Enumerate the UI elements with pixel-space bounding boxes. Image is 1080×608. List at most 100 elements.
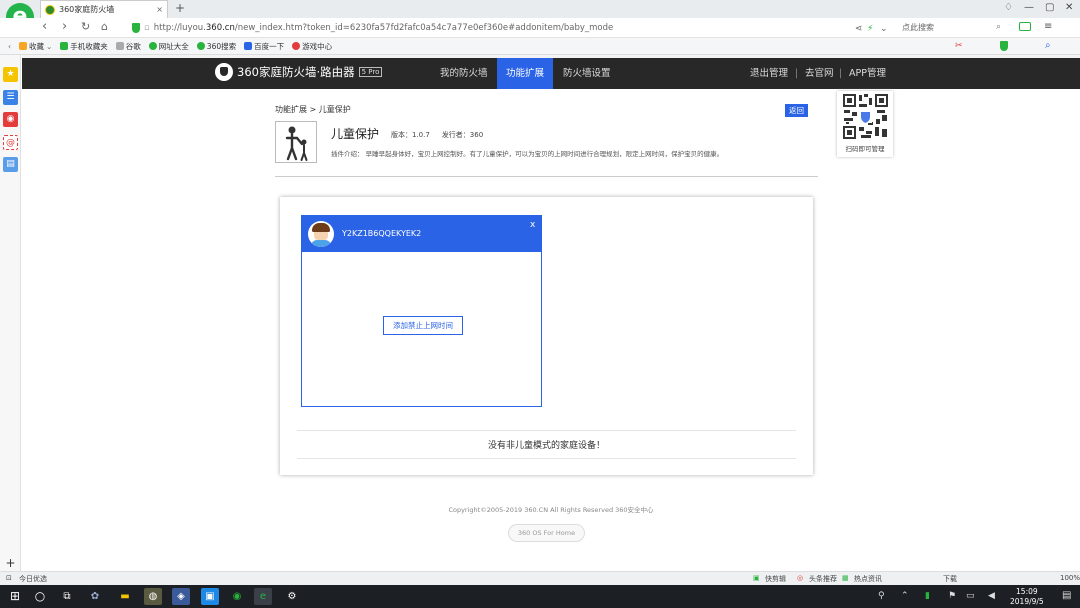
paw-icon <box>244 42 253 50</box>
bookmark-label: 手机收藏夹 <box>70 41 108 51</box>
browser-sidebar: ★ ☰ ◉ @ ▤ + <box>0 55 21 571</box>
tab-close-icon[interactable]: × <box>156 5 163 14</box>
router-page: 360家庭防火墙·路由器 5 Pro 我的防火墙 功能扩展 防火墙设置 退出管理… <box>22 55 1080 571</box>
weibo-icon[interactable]: ◉ <box>3 112 18 127</box>
app-icon[interactable]: ◍ <box>144 588 162 605</box>
shield-icon[interactable] <box>1000 41 1008 51</box>
back-icon[interactable]: ‹ <box>42 20 47 34</box>
bookmark-item[interactable]: 收藏 ⌄ <box>19 41 52 52</box>
favorites-icon[interactable]: ★ <box>3 67 18 82</box>
nav-settings[interactable]: 防火墙设置 <box>563 58 611 89</box>
news-icon[interactable]: ☰ <box>3 90 18 105</box>
menu-icon[interactable]: ≡ <box>1044 21 1052 32</box>
forward-icon[interactable]: › <box>62 20 67 34</box>
bookmark-item[interactable]: 网址大全 <box>148 41 189 52</box>
scissors-icon[interactable]: ✂ <box>955 41 963 51</box>
file-explorer-icon[interactable]: ▬ <box>116 588 134 605</box>
tray-icon[interactable]: ▭ <box>966 591 975 601</box>
bookmark-item[interactable]: 游戏中心 <box>292 41 332 52</box>
status-headline[interactable]: 头条推荐 <box>809 574 837 584</box>
status-zoom[interactable]: 100% <box>1060 574 1080 582</box>
nav-website[interactable]: 去官网 <box>805 58 834 89</box>
status-today-picks[interactable]: 今日优选 <box>19 574 47 584</box>
collapse-icon[interactable]: ‹ <box>8 42 11 51</box>
status-hot-news[interactable]: 热点资讯 <box>854 574 882 584</box>
device-name: Y2KZ1B6QQEKYEK2 <box>342 229 422 238</box>
qr-code-icon <box>842 93 889 140</box>
headline-icon: ◎ <box>797 574 804 582</box>
tray-icon[interactable]: ⚲ <box>878 591 885 601</box>
new-tab-button[interactable]: + <box>175 1 185 15</box>
tray-icon[interactable]: ⚑ <box>948 591 956 601</box>
nav-extensions[interactable]: 功能扩展 <box>497 58 554 89</box>
hot-icon: ▦ <box>842 574 849 582</box>
tray-icon[interactable]: ▮ <box>925 591 930 601</box>
tab-title: 360家庭防火墙 <box>59 5 115 14</box>
bookmark-item[interactable]: 360搜索 <box>196 41 236 52</box>
close-icon[interactable]: x <box>530 220 535 230</box>
skin-icon[interactable]: ♢ <box>1004 2 1013 13</box>
maximize-icon[interactable]: ▢ <box>1045 2 1054 13</box>
bookmark-item[interactable]: 百度一下 <box>244 41 284 52</box>
url-text: http://luyou.360.cn/new_index.htm?token_… <box>153 23 614 33</box>
home-icon[interactable]: ⌂ <box>101 20 108 34</box>
divider <box>275 176 818 177</box>
minimize-icon[interactable]: — <box>1024 2 1034 13</box>
document-icon[interactable]: ▤ <box>3 157 18 172</box>
share-icon[interactable]: ⋖ <box>855 22 863 36</box>
qr-panel[interactable]: 扫码即可管理 <box>837 91 893 157</box>
router-brand[interactable]: 360家庭防火墙·路由器 5 Pro <box>215 63 383 81</box>
app-icon[interactable]: ◈ <box>172 588 190 605</box>
app-icon[interactable]: ▣ <box>201 588 219 605</box>
add-block-time-button[interactable]: 添加禁止上网时间 <box>383 316 463 335</box>
refresh-icon[interactable]: ↻ <box>81 20 90 34</box>
task-view-icon[interactable]: ⧉ <box>58 588 76 605</box>
settings-gear-icon[interactable]: ⚙ <box>283 588 301 605</box>
bookmark-label: 游戏中心 <box>302 41 333 51</box>
search-icon[interactable]: ⌕ <box>996 22 1001 32</box>
os-for-home-button[interactable]: 360 OS For Home <box>508 524 585 542</box>
chevron-down-icon[interactable]: ⌄ <box>880 22 888 36</box>
notification-icon[interactable]: ▤ <box>1062 590 1071 601</box>
browser-360-icon[interactable]: e <box>254 588 272 605</box>
plugin-publisher: 发行者：360 <box>441 131 484 139</box>
bookmark-label: 收藏 <box>29 41 44 51</box>
search-icon[interactable]: ⌕ <box>1045 40 1051 51</box>
search-icon[interactable]: ○ <box>31 588 49 605</box>
nav-my-firewall[interactable]: 我的防火墙 <box>440 58 488 89</box>
bookmark-item[interactable]: 谷歌 <box>115 41 141 52</box>
plugin-meta: 版本：1.0.7 发行者：360 <box>391 130 483 140</box>
status-quick-edit[interactable]: 快剪辑 <box>765 574 786 584</box>
copyright: Copyright©2005-2019 360.CN All Rights Re… <box>448 506 654 514</box>
system-clock[interactable]: 15:09 2019/9/5 <box>1010 587 1044 607</box>
nav-separator: | <box>839 68 843 79</box>
wechat-icon[interactable]: ◉ <box>228 588 246 605</box>
today-picks-icon[interactable]: ⊡ <box>6 574 12 582</box>
chevron-up-icon[interactable]: ⌃ <box>901 591 909 601</box>
page-icon <box>115 42 124 50</box>
app-icon[interactable]: ✿ <box>86 588 104 605</box>
close-window-icon[interactable]: ✕ <box>1065 2 1073 13</box>
nav-app[interactable]: APP管理 <box>849 58 886 89</box>
address-bar[interactable]: ▫ http://luyou.360.cn/new_index.htm?toke… <box>132 20 852 36</box>
game-icon <box>292 42 301 50</box>
lock-icon: ▫ <box>144 23 150 33</box>
nav-logout[interactable]: 退出管理 <box>750 58 788 89</box>
volume-icon[interactable]: ◀ <box>988 591 995 601</box>
clock-date: 2019/9/5 <box>1010 597 1044 606</box>
security-shield-icon <box>132 23 140 33</box>
plugin-title: 儿童保护 <box>331 127 380 141</box>
plugin-version: 版本：1.0.7 <box>391 131 430 139</box>
mail-icon[interactable]: @ <box>3 135 18 150</box>
speed-icon[interactable]: ⚡ <box>867 22 873 36</box>
add-icon[interactable]: + <box>3 556 18 571</box>
windows-start-icon[interactable]: ⊞ <box>6 588 24 605</box>
video-icon: ▣ <box>753 574 760 582</box>
bookmark-item[interactable]: 手机收藏夹 <box>60 41 108 52</box>
status-download[interactable]: 下载 <box>943 574 957 584</box>
search-input[interactable]: 点此搜索 <box>896 21 1008 35</box>
browser-tab[interactable]: 360家庭防火墙 × <box>40 0 168 18</box>
child-avatar-icon <box>308 221 334 247</box>
360-shield-logo-icon <box>215 63 233 81</box>
back-button[interactable]: 返回 <box>785 104 808 117</box>
